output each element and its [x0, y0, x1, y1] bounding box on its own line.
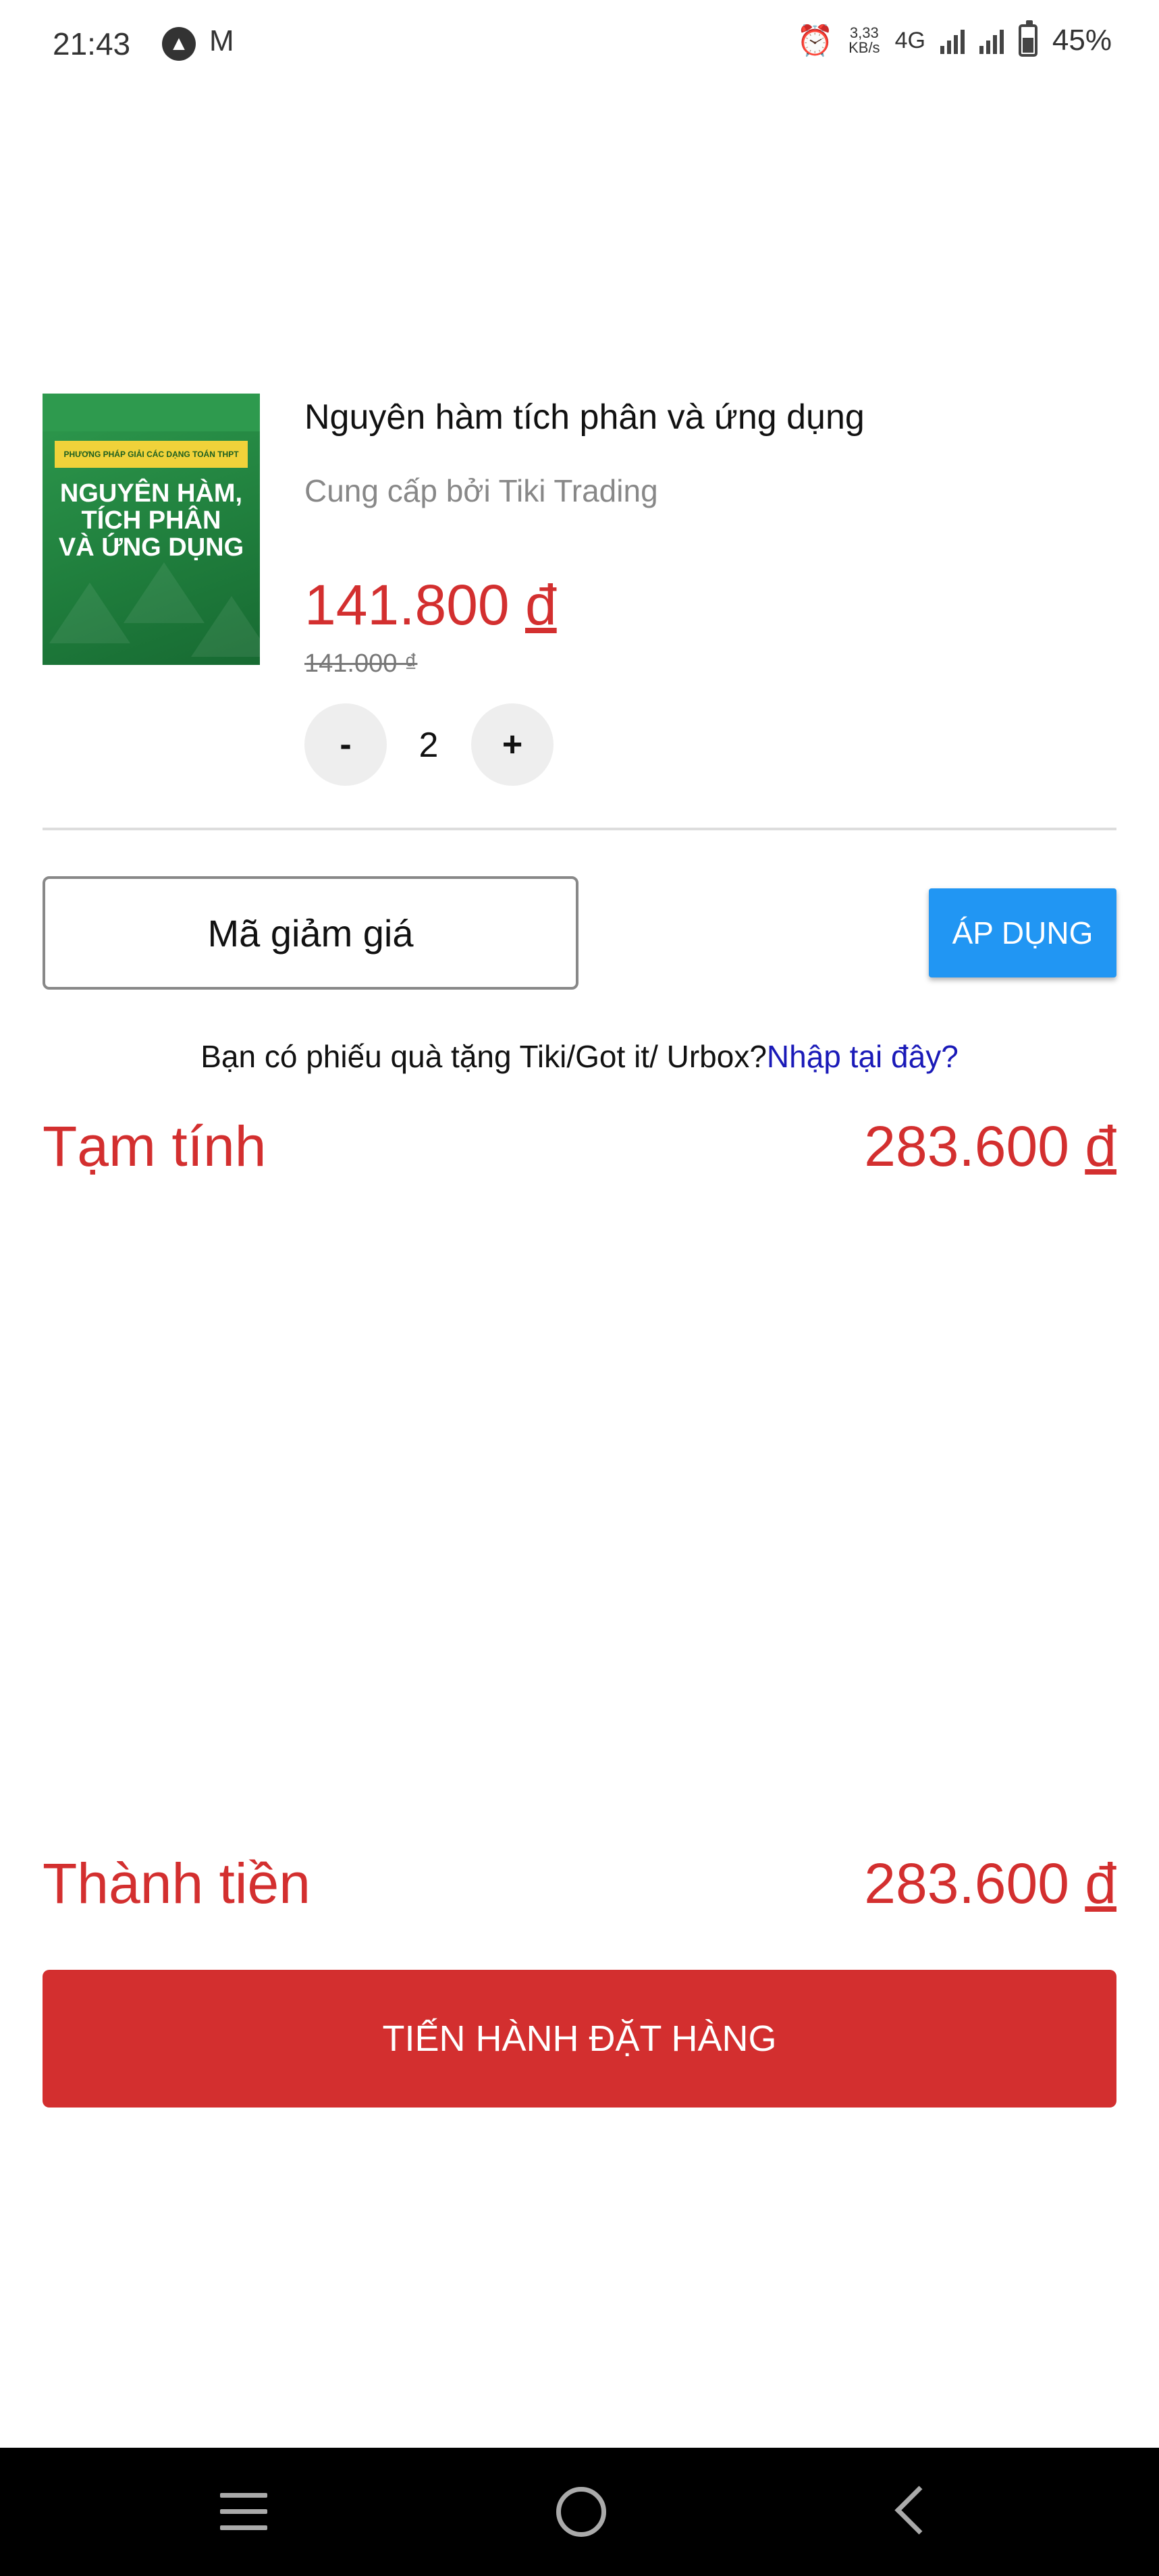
- net-speed-value: 3,33: [849, 24, 879, 41]
- subtotal-label: Tạm tính: [43, 1115, 267, 1178]
- product-cover-image[interactable]: PHƯƠNG PHÁP GIẢI CÁC DẠNG TOÁN THPT NGUY…: [43, 394, 260, 665]
- gift-question: Bạn có phiếu quà tặng Tiki/Got it/ Urbox…: [200, 1039, 767, 1074]
- gift-voucher-link[interactable]: Nhập tại đây?: [767, 1039, 959, 1074]
- cover-title-line-2: TÍCH PHÂN: [81, 506, 221, 535]
- signal-icon: [940, 27, 965, 54]
- product-title[interactable]: Nguyên hàm tích phân và ứng dụng: [304, 397, 865, 437]
- network-type: 4G: [894, 27, 925, 53]
- home-icon[interactable]: [556, 2487, 606, 2537]
- signal-icon-2: [979, 27, 1004, 54]
- currency-symbol: đ: [1085, 1852, 1116, 1915]
- total-value: 283.600 đ: [864, 1851, 1116, 1916]
- assistant-icon: ▲: [162, 27, 196, 61]
- status-time: 21:43: [53, 26, 131, 61]
- divider: [43, 828, 1116, 830]
- cover-title: NGUYÊN HÀM, TÍCH PHÂN VÀ ỨNG DỤNG: [43, 480, 260, 561]
- cover-title-line-3: VÀ ỨNG DỤNG: [58, 533, 244, 562]
- currency-symbol: đ: [1085, 1115, 1116, 1178]
- subtotal-value: 283.600 đ: [864, 1114, 1116, 1179]
- product-price-value: 141.800: [304, 573, 510, 637]
- recents-icon[interactable]: [220, 2493, 267, 2531]
- gmail-icon: M: [209, 24, 234, 57]
- product-price: 141.800 đ: [304, 572, 557, 638]
- coupon-input[interactable]: Mã giảm giá: [43, 876, 578, 990]
- quantity-decrease-button[interactable]: -: [304, 703, 387, 786]
- apply-coupon-button[interactable]: ÁP DỤNG: [929, 888, 1116, 977]
- product-old-price: 141.000 ₫: [304, 649, 418, 678]
- quantity-value: 2: [419, 726, 439, 765]
- product-provider: Cung cấp bởi Tiki Trading: [304, 473, 658, 508]
- alarm-icon: ⏰: [797, 24, 834, 57]
- status-bar-right: ⏰ 3,33 KB/s 4G 45%: [797, 20, 1112, 58]
- currency-symbol: đ: [524, 573, 557, 637]
- gift-voucher-line: Bạn có phiếu quà tặng Tiki/Got it/ Urbox…: [0, 1038, 1159, 1075]
- quantity-increase-button[interactable]: +: [471, 703, 554, 786]
- subtotal-amount: 283.600: [864, 1115, 1069, 1178]
- cover-title-line-1: NGUYÊN HÀM,: [59, 479, 243, 508]
- battery-percent: 45%: [1052, 24, 1112, 57]
- total-label: Thành tiền: [43, 1852, 311, 1915]
- checkout-button[interactable]: TIẾN HÀNH ĐẶT HÀNG: [43, 1970, 1116, 2108]
- net-speed: 3,33 KB/s: [848, 26, 880, 55]
- battery-icon: [1018, 20, 1037, 57]
- net-speed-unit: KB/s: [848, 39, 880, 56]
- total-amount: 283.600: [864, 1852, 1069, 1915]
- cover-series: PHƯƠNG PHÁP GIẢI CÁC DẠNG TOÁN THPT: [55, 441, 248, 468]
